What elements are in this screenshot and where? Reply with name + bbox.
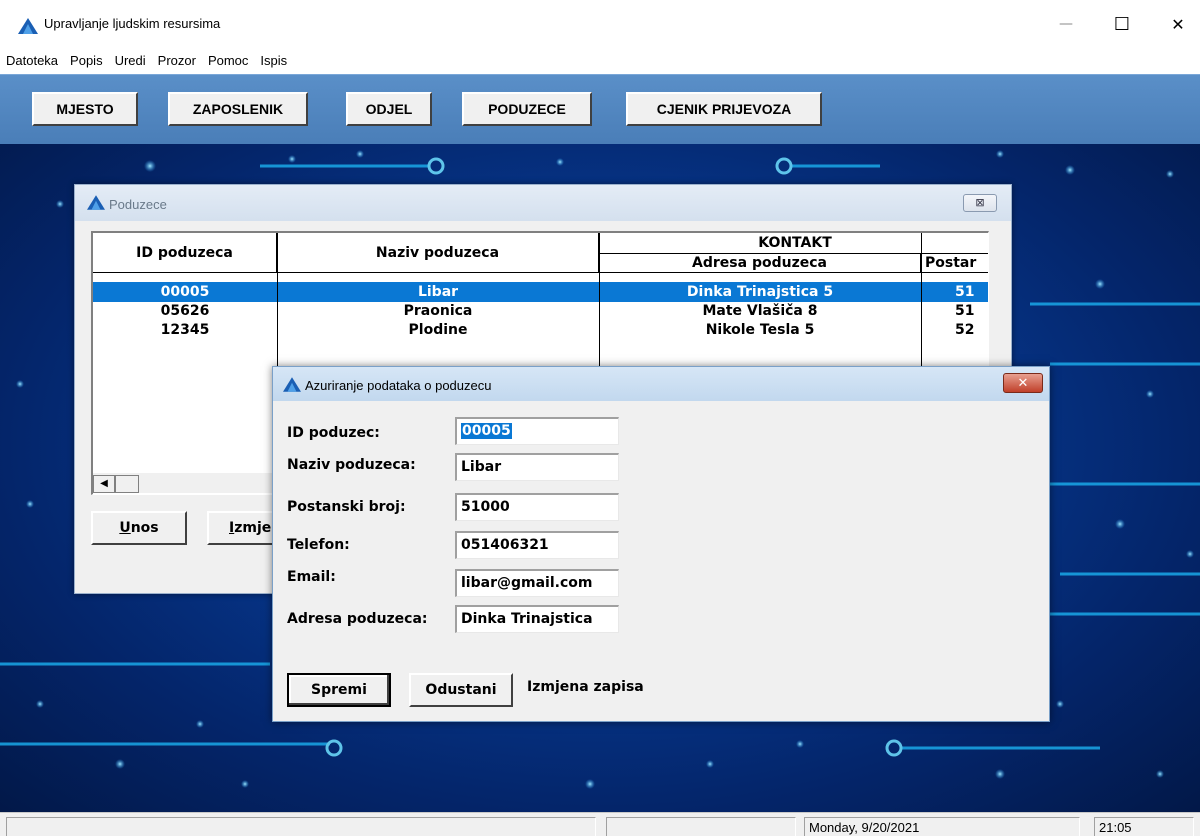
telefon-field[interactable]: 051406321 [455,531,619,559]
mjesto-button[interactable]: MJESTO [32,92,138,126]
app-logo-icon [87,195,105,210]
toolbar: MJESTO ZAPOSLENIK ODJEL PODUZECE CJENIK … [0,74,1200,144]
close-icon: ✕ [1171,14,1185,34]
cell-naziv: Plodine [408,322,468,338]
status-panel-main [6,817,596,836]
id-label: ID poduzec: [287,425,380,441]
odjel-button[interactable]: ODJEL [346,92,432,126]
zaposlenik-button[interactable]: ZAPOSLENIK [168,92,308,126]
app-logo-icon [18,18,38,34]
minimize-button[interactable]: — [1046,8,1086,40]
menu-pomoc[interactable]: Pomoc [208,53,248,68]
odustani-button[interactable]: Odustani [409,673,513,707]
dialog-close-button[interactable]: ✕ [1003,373,1043,393]
spremi-button[interactable]: Spremi [287,673,391,707]
app-title: Upravljanje ljudskim resursima [44,16,221,31]
close-icon: ⊠ [975,197,985,209]
close-icon: ✕ [1017,375,1029,390]
naziv-label: Naziv poduzeca: [287,457,416,473]
minimize-icon: — [1059,16,1073,32]
menu-uredi[interactable]: Uredi [115,53,146,68]
scroll-thumb[interactable] [115,475,139,493]
postanski-field[interactable]: 51000 [455,493,619,521]
cell-adresa: Mate Vlašiča 8 [702,303,818,319]
cell-id: 00005 [160,284,210,300]
grid-header-postar[interactable]: Postar [921,254,988,273]
poduzece-close-button[interactable]: ⊠ [963,194,997,212]
dialog-titlebar: Azuriranje podataka o poduzecu ✕ [273,367,1049,401]
cell-id: 12345 [160,322,210,338]
grid-header-naziv[interactable]: Naziv poduzeca [277,233,599,273]
cell-adresa: Nikole Tesla 5 [705,322,815,338]
dialog-title: Azuriranje podataka o poduzecu [305,378,492,393]
cell-id: 05626 [160,303,210,319]
menu-popis[interactable]: Popis [70,53,103,68]
azuriranje-dialog: Azuriranje podataka o poduzecu ✕ ID podu… [272,366,1050,722]
maximize-icon: ☐ [1113,13,1131,35]
adresa-field[interactable]: Dinka Trinajstica [455,605,619,633]
cell-post: 51 [955,284,975,300]
grid-header-adresa[interactable]: Adresa poduzeca [599,254,921,273]
naziv-field[interactable]: Libar [455,453,619,481]
cell-adresa: Dinka Trinajstica 5 [686,284,834,300]
cell-post: 52 [955,322,975,338]
cell-naziv: Libar [417,284,459,300]
menu-prozor[interactable]: Prozor [158,53,196,68]
scroll-left-icon[interactable]: ◀ [93,475,115,493]
grid-header-kontakt: KONTAKT [599,233,988,254]
status-time: 21:05 [1094,817,1194,836]
poduzece-button[interactable]: PODUZECE [462,92,592,126]
unos-button[interactable]: Unos [91,511,187,545]
status-panel-middle [606,817,796,836]
poduzece-window-titlebar: Poduzece ⊠ [75,185,1011,221]
status-bar: Monday, 9/20/2021 21:05 [0,812,1200,836]
menu-bar: Datoteka Popis Uredi Prozor Pomoc Ispis [0,46,1200,74]
telefon-label: Telefon: [287,537,350,553]
dialog-status-label: Izmjena zapisa [527,679,644,695]
menu-datoteka[interactable]: Datoteka [6,53,58,68]
status-date: Monday, 9/20/2021 [804,817,1080,836]
close-button[interactable]: ✕ [1158,8,1198,40]
email-field[interactable]: libar@gmail.com [455,569,619,597]
maximize-button[interactable]: ☐ [1102,8,1142,40]
cell-post: 51 [955,303,975,319]
postanski-label: Postanski broj: [287,499,406,515]
grid-header-id[interactable]: ID poduzeca [93,233,277,273]
menu-ispis[interactable]: Ispis [260,53,287,68]
window-titlebar: Upravljanje ljudskim resursima — ☐ ✕ [0,0,1200,46]
cell-naziv: Praonica [403,303,473,319]
adresa-label: Adresa poduzeca: [287,611,428,627]
poduzece-window-title: Poduzece [109,197,167,212]
id-field[interactable]: 00005 [455,417,619,445]
email-label: Email: [287,569,336,585]
cjenik-prijevoza-button[interactable]: CJENIK PRIJEVOZA [626,92,822,126]
app-logo-icon [283,377,301,392]
